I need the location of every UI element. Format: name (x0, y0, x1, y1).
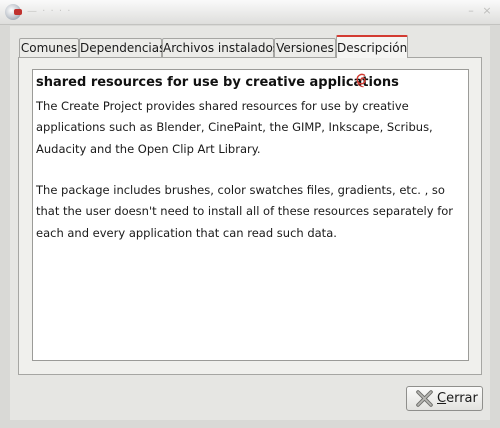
window-title: — · · · · (27, 6, 72, 17)
minimize-button[interactable]: – (466, 5, 476, 16)
description-paragraph-2: The package includes brushes, color swat… (36, 183, 454, 240)
description-title: shared resources for use by creative app… (36, 75, 399, 90)
close-button-label: Cerrar (437, 391, 478, 406)
app-logo-icon (5, 4, 22, 20)
window-close-button[interactable]: × (482, 5, 492, 16)
description-paragraph-1: The Create Project provides shared resou… (36, 99, 433, 156)
tab-versiones[interactable]: Versiones (274, 38, 336, 57)
title-bar[interactable]: — · · · · – × (0, 0, 500, 25)
debian-swirl-icon (356, 73, 366, 88)
tab-dependencias[interactable]: Dependencias (79, 38, 165, 57)
close-button[interactable]: Cerrar (406, 386, 483, 411)
tab-comunes[interactable]: Comunes (19, 38, 79, 57)
close-x-icon (416, 390, 433, 407)
tab-descripcion[interactable]: Descripción (336, 35, 408, 58)
package-properties-window: — · · · · – × Comunes Dependencias Archi… (0, 0, 500, 428)
tab-archivos-instalados[interactable]: Archivos instalados (162, 38, 279, 57)
